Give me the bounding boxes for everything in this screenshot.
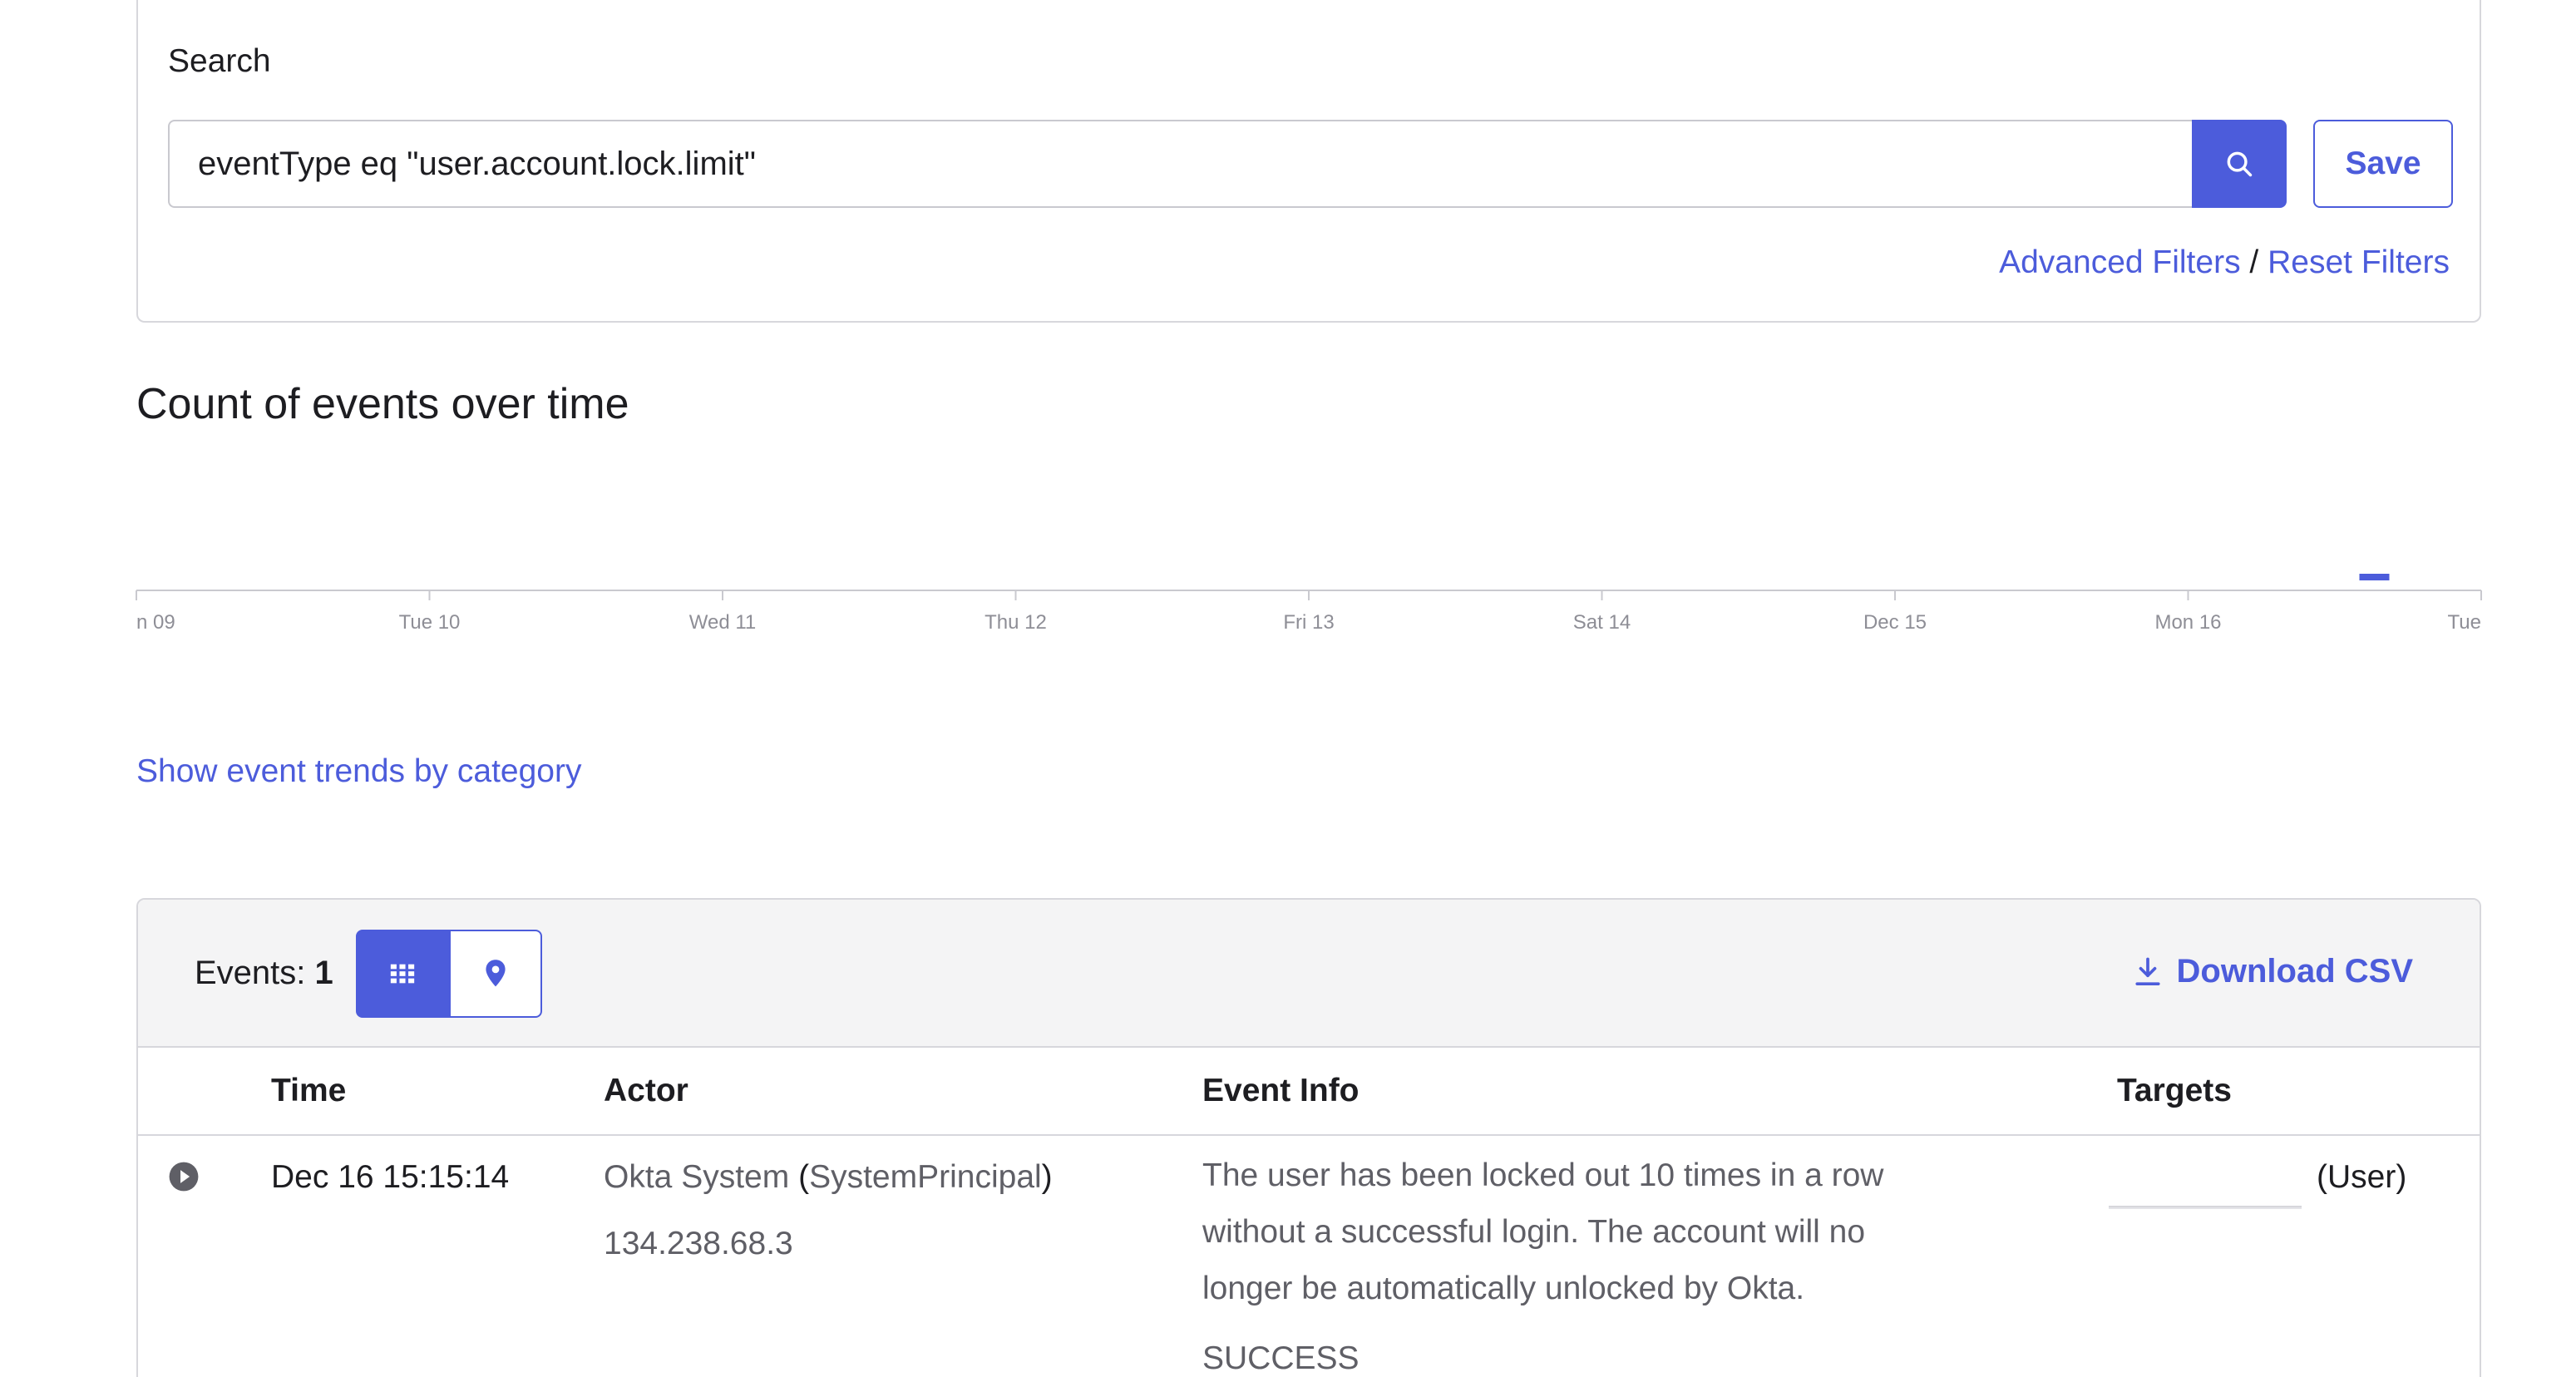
- events-table-header: Time Actor Event Info Targets: [138, 1048, 2480, 1136]
- event-info: The user has been locked out 10 times in…: [1202, 1148, 2001, 1317]
- column-time[interactable]: Time: [271, 1073, 346, 1109]
- column-targets[interactable]: Targets: [2117, 1073, 2232, 1109]
- chart-x-tick-label: Dec 15: [1863, 611, 1927, 634]
- event-outcome: SUCCESS: [1202, 1340, 1360, 1376]
- chart-x-tick-label: Thu 12: [985, 611, 1047, 634]
- chart-x-tick-label: Fri 13: [1283, 611, 1334, 634]
- target-name-box[interactable]: [2109, 1159, 2302, 1207]
- advanced-filters-link[interactable]: Advanced Filters: [1999, 244, 2240, 280]
- download-csv-button[interactable]: Download CSV: [2134, 953, 2413, 990]
- actor-name: Okta System: [604, 1159, 790, 1195]
- chart-title: Count of events over time: [136, 380, 629, 428]
- filter-links-separator: /: [2249, 244, 2259, 280]
- events-toolbar: Events: 1 Download CSV: [138, 900, 2480, 1048]
- chart-x-tick-label: Tue 10: [399, 611, 461, 634]
- event-time: Dec 16 15:15:14: [271, 1159, 510, 1195]
- view-toggle: [356, 930, 542, 1018]
- map-view-button[interactable]: [449, 930, 542, 1018]
- event-actor: Okta System (SystemPrincipal): [604, 1159, 1053, 1195]
- events-time-chart: n 09 Tue 10 Wed 11 Thu 12 Fri 13 Sat 14 Dec 15…: [136, 574, 2482, 634]
- download-csv-label: Download CSV: [2176, 953, 2413, 990]
- filter-links: Advanced Filters / Reset Filters: [1999, 244, 2450, 281]
- search-label: Search: [168, 43, 271, 79]
- table-row[interactable]: Dec 16 15:15:14 Okta System (SystemPrinc…: [138, 1136, 2480, 1377]
- chart-x-tick-label: Sat 14: [1573, 611, 1631, 634]
- chevron-right-circle-icon: [169, 1162, 199, 1192]
- search-icon: [2227, 151, 2253, 177]
- events-panel: Events: 1 Download CSV Time Actor Event …: [136, 898, 2481, 1377]
- chart-x-tick-label: Mon 16: [2154, 611, 2221, 634]
- chart-x-tick-label: Tue: [2448, 611, 2481, 634]
- grid-icon: [390, 964, 415, 984]
- chart-x-tick-label: Wed 11: [689, 611, 757, 634]
- actor-ip: 134.238.68.3: [604, 1226, 793, 1261]
- target-type: (User): [2317, 1159, 2407, 1195]
- chart-bar[interactable]: [2359, 574, 2390, 580]
- events-count-label: Events:: [195, 955, 306, 991]
- column-actor[interactable]: Actor: [604, 1073, 688, 1109]
- search-input[interactable]: [168, 120, 2192, 208]
- event-info-line: longer be automatically unlocked by Okta…: [1202, 1271, 1805, 1306]
- search-button[interactable]: [2192, 120, 2287, 208]
- show-event-trends-link[interactable]: Show event trends by category: [136, 753, 581, 790]
- event-info-line: without a successful login. The account …: [1202, 1214, 1866, 1250]
- expand-row-button[interactable]: [168, 1161, 200, 1197]
- reset-filters-link[interactable]: Reset Filters: [2268, 244, 2450, 280]
- column-event-info[interactable]: Event Info: [1202, 1073, 1360, 1109]
- event-info-line: The user has been locked out 10 times in…: [1202, 1157, 1884, 1193]
- actor-type: SystemPrincipal: [809, 1159, 1042, 1195]
- save-button[interactable]: Save: [2313, 120, 2453, 208]
- chart-x-tick-label: n 09: [136, 611, 175, 634]
- events-count: Events: 1: [195, 955, 333, 992]
- map-pin-icon: [486, 960, 506, 987]
- download-icon: [2134, 957, 2160, 985]
- table-view-button[interactable]: [356, 930, 449, 1018]
- search-panel: Search Save Advanced Filters / Reset Fil…: [136, 0, 2481, 323]
- events-count-value: 1: [314, 955, 333, 991]
